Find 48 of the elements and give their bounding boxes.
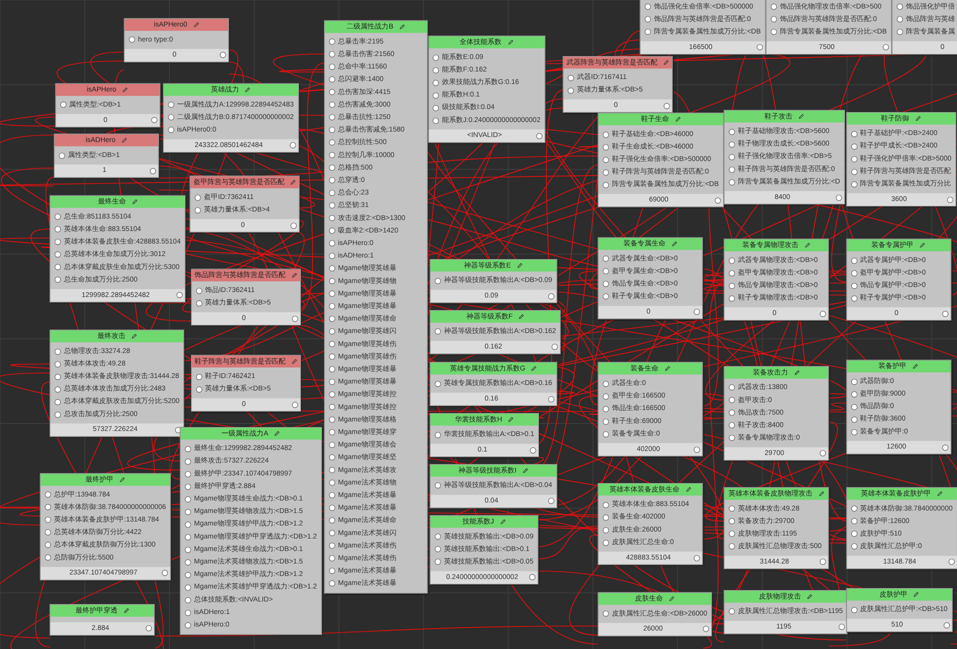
output-port[interactable] (947, 196, 954, 203)
node-card[interactable] (180, 427, 322, 635)
input-port[interactable] (58, 152, 66, 159)
node-card[interactable] (324, 20, 428, 594)
input-port[interactable] (128, 36, 136, 43)
output-port[interactable] (292, 316, 298, 322)
output-port[interactable] (536, 132, 543, 140)
input-port[interactable] (434, 432, 442, 438)
output-port[interactable] (820, 310, 826, 318)
output-port[interactable] (150, 116, 158, 124)
output-port[interactable] (529, 574, 536, 580)
output-port[interactable] (530, 446, 536, 454)
output-port[interactable] (703, 626, 710, 632)
output-port[interactable] (756, 44, 763, 51)
output-port[interactable] (943, 622, 950, 628)
output-port[interactable] (714, 197, 721, 204)
input-port[interactable] (434, 328, 442, 335)
output-port[interactable] (548, 396, 554, 402)
input-port[interactable] (602, 610, 610, 617)
output-port[interactable] (838, 624, 845, 630)
input-port[interactable] (60, 102, 66, 108)
output-port[interactable] (948, 558, 955, 566)
output-port[interactable] (162, 570, 168, 576)
output-port[interactable] (836, 194, 842, 201)
input-port[interactable] (728, 608, 736, 615)
input-port[interactable] (434, 380, 442, 387)
output-port[interactable] (942, 444, 948, 451)
input-port[interactable] (434, 278, 442, 284)
output-port[interactable] (942, 310, 948, 318)
output-port[interactable] (552, 344, 558, 350)
output-port[interactable] (146, 625, 152, 632)
input-port[interactable] (850, 606, 858, 613)
output-port[interactable] (548, 292, 554, 300)
output-port[interactable] (664, 102, 670, 109)
output-port[interactable] (176, 292, 183, 298)
output-port[interactable] (820, 450, 826, 457)
output-port[interactable] (820, 558, 826, 566)
output-port[interactable] (290, 142, 296, 148)
output-port[interactable] (548, 498, 554, 504)
output-port[interactable] (290, 222, 298, 229)
output-port[interactable] (150, 168, 156, 174)
output-port[interactable] (292, 402, 298, 408)
output-port[interactable] (694, 554, 700, 562)
output-port[interactable] (882, 44, 889, 51)
output-port[interactable] (220, 52, 226, 58)
output-port[interactable] (694, 446, 700, 453)
input-port[interactable] (434, 482, 442, 489)
output-port[interactable] (694, 308, 700, 316)
